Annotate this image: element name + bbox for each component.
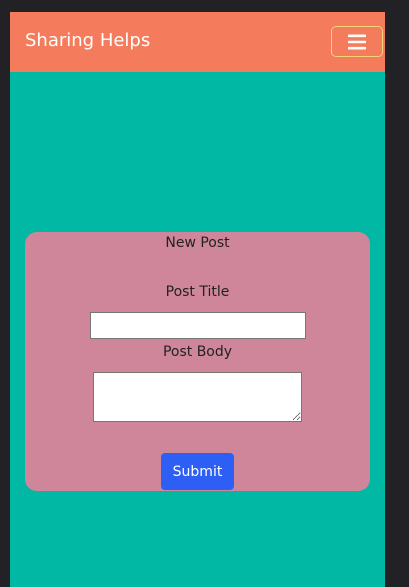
post-body-label: Post Body	[162, 344, 233, 360]
post-title-input[interactable]	[90, 312, 306, 339]
hamburger-menu-icon	[348, 34, 366, 50]
page-background: Sharing Helps New Post Post Title Post B…	[10, 12, 385, 587]
navbar-toggle-button[interactable]	[331, 26, 383, 57]
new-post-form: New Post Post Title Post Body Submit	[25, 232, 370, 491]
post-body-textarea[interactable]	[93, 372, 302, 422]
form-title: New Post	[165, 235, 230, 251]
post-title-label: Post Title	[165, 284, 230, 300]
navbar: Sharing Helps	[10, 12, 385, 72]
submit-button[interactable]: Submit	[161, 453, 234, 490]
navbar-brand[interactable]: Sharing Helps	[25, 28, 150, 54]
